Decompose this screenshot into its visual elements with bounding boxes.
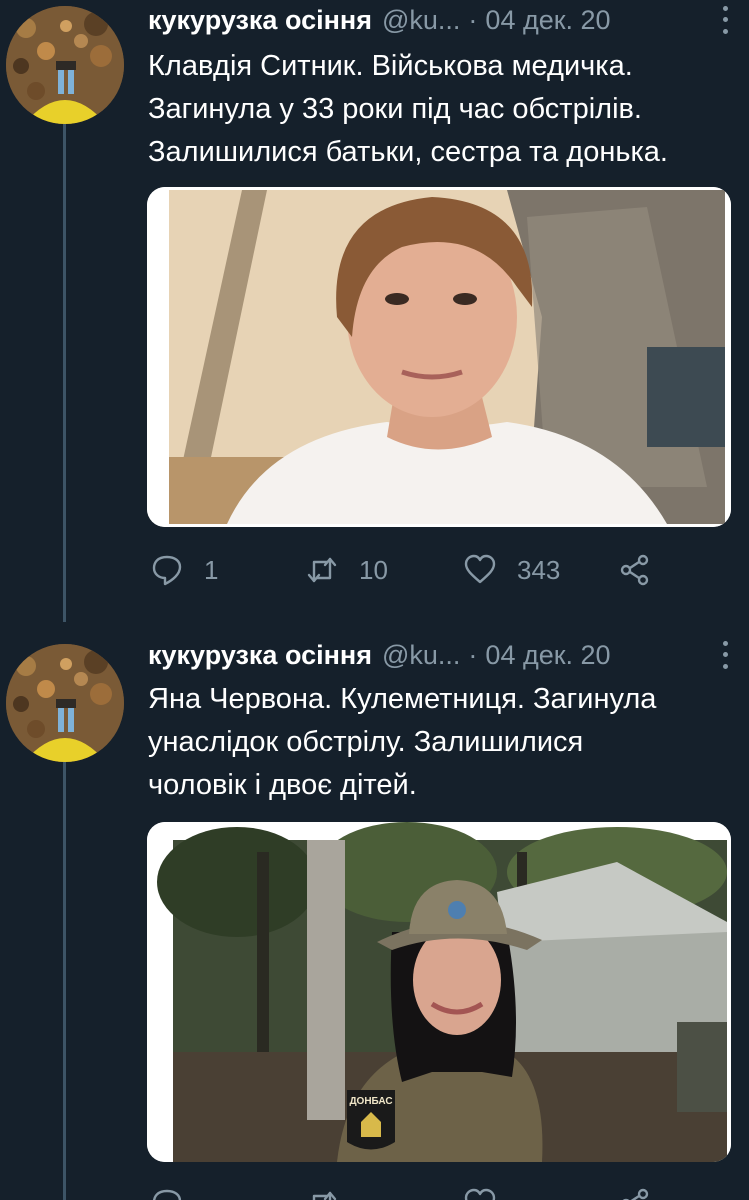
tweet-date[interactable]: 04 дек. 20 (485, 640, 610, 671)
reply-icon (152, 555, 182, 586)
tweet-text: Клавдія Ситник. Військова медичка. Загин… (148, 50, 668, 168)
separator: · (468, 4, 478, 35)
reply-icon (152, 1189, 182, 1200)
like-button[interactable] (463, 1187, 618, 1200)
reply-count: 1 (204, 554, 219, 585)
tweet-actions: 1 10 343 (150, 548, 670, 592)
avatar[interactable] (6, 644, 124, 762)
retweet-icon (307, 557, 337, 583)
share-button[interactable] (618, 553, 652, 587)
author-handle[interactable]: @ku... (382, 640, 460, 671)
more-options-icon[interactable] (713, 638, 737, 672)
heart-icon (464, 1188, 496, 1200)
share-icon (620, 554, 649, 586)
author-handle[interactable]: @ku... (382, 5, 460, 36)
retweet-icon (312, 1191, 337, 1200)
tweet-actions (150, 1182, 670, 1200)
retweet-button[interactable] (305, 1187, 463, 1200)
retweet-count: 10 (359, 554, 388, 585)
like-button[interactable]: 343 (463, 553, 618, 587)
tweet-photo[interactable]: ДОНБАС (147, 822, 731, 1162)
tweet-date[interactable]: 04 дек. 20 (485, 5, 610, 36)
retweet-button[interactable]: 10 (305, 553, 463, 587)
share-icon (622, 1188, 649, 1200)
reply-button[interactable]: 1 (150, 553, 305, 587)
avatar[interactable] (6, 6, 124, 124)
share-button[interactable] (618, 1187, 652, 1200)
separator: · (468, 639, 478, 670)
tweet-text: Яна Червона. Кулеметниця. Загинула унасл… (148, 683, 657, 801)
author-name[interactable]: кукурузка осіння (148, 5, 372, 36)
tweet-header: кукурузка осіння @ku... · 04 дек. 20 (148, 635, 737, 675)
patch-label: ДОНБАС (349, 1096, 392, 1107)
thread-line (63, 762, 66, 1200)
tweet-photo[interactable] (147, 187, 731, 527)
thread-line (63, 124, 66, 622)
reply-button[interactable] (150, 1187, 305, 1200)
author-name[interactable]: кукурузка осіння (148, 640, 372, 671)
like-count: 343 (517, 554, 561, 585)
tweet-header: кукурузка осіння @ku... · 04 дек. 20 (148, 0, 737, 40)
more-options-icon[interactable] (713, 3, 737, 37)
heart-icon (464, 554, 496, 584)
